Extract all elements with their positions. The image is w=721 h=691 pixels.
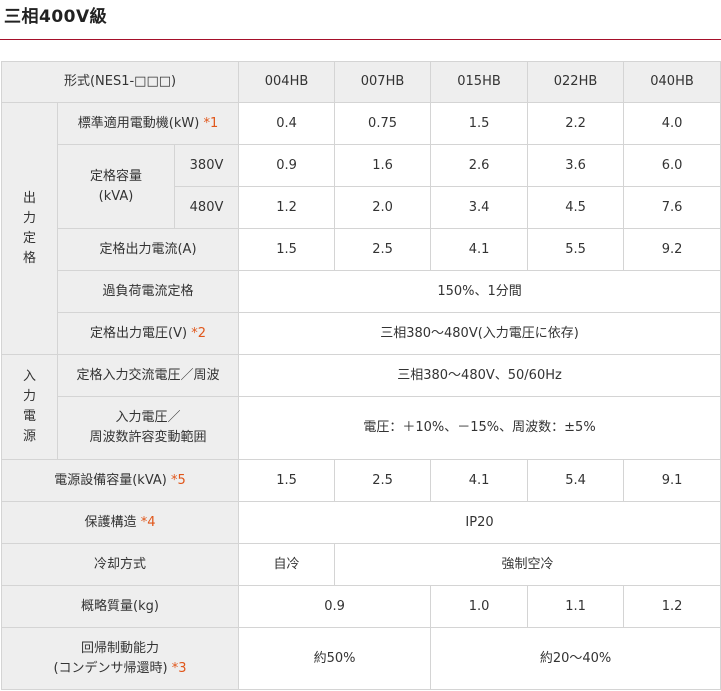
capacity-380-value: 6.0 [623,144,721,187]
output-voltage-value: 三相380～480V(入力電圧に依存) [238,312,721,355]
supply-row: 電源設備容量(kVA) *5 1.5 2.5 4.1 5.4 9.1 [0,459,721,502]
motor-value: 0.75 [334,102,432,145]
overload-row: 過負荷電流定格 150%、1分間 [2,270,721,313]
fluctuation-label-line2: 周波数許容変動範囲 [89,430,207,445]
output-rating-label: 出力定格 [23,190,37,266]
braking-label-line2: (コンデンサ帰還時) [53,660,168,676]
capacity-380-row: 定格容量 (kVA) 380V 0.9 1.6 2.6 3.6 6.0 [2,144,721,229]
input-voltage-label: 定格入力交流電圧／周波 [56,354,240,397]
mass-value: 0.9 [238,585,432,628]
supply-value: 1.5 [238,459,336,502]
cooling-row: 冷却方式 自冷 強制空冷 [0,543,721,586]
model-header: 040HB [623,61,721,103]
motor-value: 4.0 [623,102,721,145]
voltage-380-label: 380V [173,144,240,187]
model-header: 022HB [527,61,625,103]
current-value: 2.5 [334,228,432,271]
capacity-label-line1: 定格容量 [89,168,142,184]
capacity-label: 定格容量 (kVA) [57,144,175,229]
mass-row: 概略質量(kg) 0.9 1.0 1.1 1.2 [0,585,721,628]
capacity-480-value: 2.0 [334,186,432,229]
page-title: 三相400V級 [4,7,108,27]
protection-label-text: 保護構造 [84,514,137,530]
cooling-label: 冷却方式 [0,543,240,586]
footnote-mark: *5 [171,472,186,488]
protection-row: 保護構造 *4 IP20 [0,501,721,544]
braking-value: 約50% [238,627,432,690]
current-value: 5.5 [527,228,625,271]
protection-value: IP20 [238,501,721,544]
capacity-480-value: 7.6 [623,186,721,229]
motor-row: 出力定格 標準適用電動機(kW) *1 0.4 0.75 1.5 2.2 4.0 [1,102,721,355]
input-power-label: 入力電源 [23,369,37,444]
fluctuation-value: 電圧：＋10%、－15%、周波数：±5% [238,396,721,460]
output-voltage-row: 定格出力電圧(V) *2 三相380～480V(入力電圧に依存) [2,312,721,355]
motor-label-text: 標準適用電動機(kW) [77,115,200,131]
current-value: 4.1 [430,228,529,271]
title-divider [0,39,721,40]
braking-label-line1: 回帰制動能力 [81,640,160,656]
capacity-380-value: 1.6 [334,144,432,187]
fluctuation-row: 入力電圧／ 周波数許容変動範囲 電圧：＋10%、－15%、周波数：±5% [2,396,721,460]
output-rating-group: 出力定格 [1,102,58,355]
motor-value: 0.4 [238,102,336,145]
mass-value: 1.2 [623,585,721,628]
current-value: 9.2 [623,228,721,271]
input-voltage-value: 三相380～480V、50/60Hz [238,354,721,397]
supply-label: 電源設備容量(kVA) *5 [0,459,240,502]
supply-value: 5.4 [527,459,625,502]
cooling-value-first: 自冷 [238,543,336,586]
current-row: 定格出力電流(A) 1.5 2.5 4.1 5.5 9.2 [2,228,721,271]
capacity-480-value: 3.4 [430,186,529,229]
footnote-mark: *1 [203,115,219,131]
input-voltage-row: 入力電源 定格入力交流電圧／周波 三相380～480V、50/60Hz [1,354,721,460]
header-row: 形式(NES1-□□□) 004HB 007HB 015HB 022HB 040… [0,61,721,103]
model-header: 007HB [334,61,432,103]
model-header-label: 形式(NES1-□□□) [0,61,240,103]
current-label: 定格出力電流(A) [56,228,240,271]
overload-value: 150%、1分間 [238,270,721,313]
capacity-480-value: 1.2 [238,186,336,229]
supply-label-text: 電源設備容量(kVA) [54,472,167,488]
supply-value: 2.5 [334,459,432,502]
output-voltage-label-text: 定格出力電圧(V) [90,325,188,341]
mass-label: 概略質量(kg) [0,585,240,628]
fluctuation-label: 入力電圧／ 周波数許容変動範囲 [56,396,240,460]
voltage-480-label: 480V [173,186,240,229]
capacity-480-value: 4.5 [527,186,625,229]
mass-value: 1.0 [430,585,529,628]
braking-label: 回帰制動能力 (コンデンサ帰還時) *3 [0,627,240,690]
current-value: 1.5 [238,228,336,271]
model-header: 004HB [238,61,336,103]
capacity-380-value: 0.9 [238,144,336,187]
input-power-group: 入力電源 [1,354,58,460]
capacity-label-line2: (kVA) [98,188,134,204]
spec-table: 形式(NES1-□□□) 004HB 007HB 015HB 022HB 040… [0,61,721,690]
overload-label: 過負荷電流定格 [56,270,240,313]
motor-label: 標準適用電動機(kW) *1 [56,102,240,145]
footnote-mark: *3 [171,660,187,676]
model-header: 015HB [430,61,529,103]
motor-value: 1.5 [430,102,529,145]
mass-value: 1.1 [527,585,625,628]
protection-label: 保護構造 *4 [0,501,240,544]
capacity-380-value: 2.6 [430,144,529,187]
capacity-380-value: 3.6 [527,144,625,187]
footnote-mark: *4 [140,514,156,530]
braking-value: 約20～40% [430,627,721,690]
footnote-mark: *2 [191,325,206,341]
supply-value: 9.1 [623,459,721,502]
motor-value: 2.2 [527,102,625,145]
braking-row: 回帰制動能力 (コンデンサ帰還時) *3 約50% 約20～40% [0,627,721,690]
cooling-value-rest: 強制空冷 [334,543,721,586]
fluctuation-label-line1: 入力電圧／ [115,410,181,425]
output-voltage-label: 定格出力電圧(V) *2 [56,312,240,355]
supply-value: 4.1 [430,459,529,502]
